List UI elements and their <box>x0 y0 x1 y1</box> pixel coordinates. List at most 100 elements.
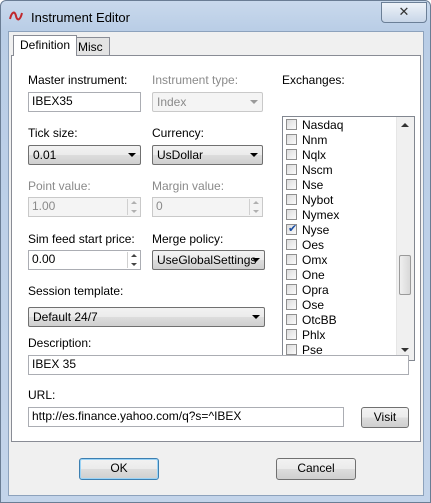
sim-feed-start-price-spinner[interactable] <box>127 252 140 268</box>
master-instrument-label: Master instrument: <box>28 73 128 87</box>
checkbox-oes[interactable] <box>286 239 297 250</box>
exchanges-label: Exchanges: <box>282 73 345 87</box>
checkbox-nqlx[interactable] <box>286 149 297 160</box>
instrument-type-select: Index <box>152 92 263 112</box>
exchange-name: Opra <box>302 283 329 297</box>
url-input[interactable]: http://es.finance.yahoo.com/q?s=^IBEX <box>28 407 344 427</box>
checkbox-pse[interactable] <box>286 344 297 355</box>
spin-down-icon[interactable] <box>128 260 140 268</box>
list-item[interactable]: Ose <box>283 297 396 313</box>
session-template-label: Session template: <box>28 284 124 298</box>
list-item[interactable]: Omx <box>283 252 396 268</box>
spin-up-icon[interactable] <box>128 252 140 260</box>
chevron-down-icon <box>250 153 258 157</box>
description-label: Description: <box>28 336 92 350</box>
checkbox-otcbb[interactable] <box>286 314 297 325</box>
sim-feed-start-price-input[interactable]: 0.00 <box>28 250 141 270</box>
checkbox-nybot[interactable] <box>286 194 297 205</box>
exchange-name: Nasdaq <box>302 118 344 132</box>
exchange-name: Nnm <box>302 133 328 147</box>
exchange-name: Nscm <box>302 163 333 177</box>
sim-feed-start-price-value: 0.00 <box>32 252 56 266</box>
scroll-down-icon[interactable] <box>401 348 409 352</box>
url-value: http://es.finance.yahoo.com/q?s=^IBEX <box>32 409 242 423</box>
close-icon: ✕ <box>398 4 410 19</box>
checkbox-opra[interactable] <box>286 284 297 295</box>
window-title: Instrument Editor <box>31 10 130 25</box>
exchange-name: Phlx <box>302 328 326 342</box>
list-item[interactable]: Nse <box>283 177 396 193</box>
chevron-down-icon <box>252 258 260 262</box>
tick-size-select[interactable]: 0.01 <box>28 145 141 165</box>
list-item[interactable]: Nymex <box>283 207 396 223</box>
exchange-name: Nymex <box>302 208 340 222</box>
checkbox-nnm[interactable] <box>286 134 297 145</box>
title-bar: Instrument Editor ✕ <box>1 1 430 31</box>
list-item[interactable]: Nybot <box>283 192 396 208</box>
checkbox-nse[interactable] <box>286 179 297 190</box>
definition-panel: Master instrument: IBEX35 Instrument typ… <box>11 55 421 442</box>
margin-value-spinner <box>249 199 262 215</box>
url-label: URL: <box>28 388 56 402</box>
exchange-name: Oes <box>302 238 325 252</box>
list-item[interactable]: Nqlx <box>283 147 396 163</box>
exchanges-list[interactable]: Nasdaq Nnm Nqlx Nscm Nse Nybot Nymex ✔ Ny… <box>282 116 415 361</box>
spin-down-icon <box>128 207 140 215</box>
description-value: IBEX 35 <box>32 357 77 371</box>
description-input[interactable]: IBEX 35 <box>28 355 409 375</box>
currency-label: Currency: <box>152 126 205 140</box>
list-item[interactable]: ✔ Nyse <box>283 222 396 238</box>
list-item[interactable]: Oes <box>283 237 396 253</box>
list-item[interactable]: Nscm <box>283 162 396 178</box>
checkbox-nyse[interactable]: ✔ <box>286 223 297 235</box>
exchange-name: OtcBB <box>302 313 337 327</box>
exchanges-scrollbar[interactable] <box>396 117 414 360</box>
cancel-button[interactable]: Cancel <box>276 458 356 480</box>
instrument-type-value: Index <box>157 95 187 109</box>
list-item[interactable]: Phlx <box>283 327 396 343</box>
currency-value: UsDollar <box>157 148 204 162</box>
merge-policy-label: Merge policy: <box>152 232 224 246</box>
chevron-down-icon <box>252 315 260 319</box>
instrument-type-label: Instrument type: <box>152 73 239 87</box>
checkbox-nasdaq[interactable] <box>286 119 297 130</box>
close-button[interactable]: ✕ <box>381 2 427 23</box>
point-value-label: Point value: <box>28 179 91 193</box>
session-template-select[interactable]: Default 24/7 <box>28 307 265 327</box>
dialog-body: Definition Misc Master instrument: IBEX3… <box>8 31 424 496</box>
list-item[interactable]: Opra <box>283 282 396 298</box>
list-item[interactable]: Nasdaq <box>283 117 396 133</box>
instrument-editor-window: Instrument Editor ✕ Definition Misc Mast… <box>0 0 431 503</box>
app-logo-icon <box>9 11 23 21</box>
scrollbar-thumb[interactable] <box>399 255 411 295</box>
merge-policy-select[interactable]: UseGlobalSettings <box>152 250 265 270</box>
ok-button[interactable]: OK <box>79 458 159 480</box>
tick-size-label: Tick size: <box>28 126 78 140</box>
tab-definition[interactable]: Definition <box>13 35 78 56</box>
checkbox-nscm[interactable] <box>286 164 297 175</box>
scroll-up-icon[interactable] <box>401 123 409 127</box>
checkbox-omx[interactable] <box>286 254 297 265</box>
list-item[interactable]: One <box>283 267 396 283</box>
list-item[interactable]: Nnm <box>283 132 396 148</box>
master-instrument-input[interactable]: IBEX35 <box>28 92 141 112</box>
checkbox-nymex[interactable] <box>286 209 297 220</box>
spin-down-icon <box>250 207 262 215</box>
checkbox-phlx[interactable] <box>286 329 297 340</box>
session-template-value: Default 24/7 <box>33 310 98 324</box>
exchange-name: Ose <box>302 298 325 312</box>
checkbox-ose[interactable] <box>286 299 297 310</box>
spin-up-icon <box>128 199 140 207</box>
currency-select[interactable]: UsDollar <box>152 145 263 165</box>
tick-size-value: 0.01 <box>33 148 57 162</box>
exchange-name: Nqlx <box>302 148 327 162</box>
list-item[interactable]: OtcBB <box>283 312 396 328</box>
tab-misc-label: Misc <box>78 40 103 54</box>
margin-value-label: Margin value: <box>152 179 225 193</box>
visit-button[interactable]: Visit <box>361 407 409 428</box>
checkbox-one[interactable] <box>286 269 297 280</box>
exchange-name: Nybot <box>302 193 334 207</box>
margin-value-value: 0 <box>156 199 163 213</box>
exchange-name: Nyse <box>302 223 330 237</box>
point-value-value: 1.00 <box>32 199 56 213</box>
